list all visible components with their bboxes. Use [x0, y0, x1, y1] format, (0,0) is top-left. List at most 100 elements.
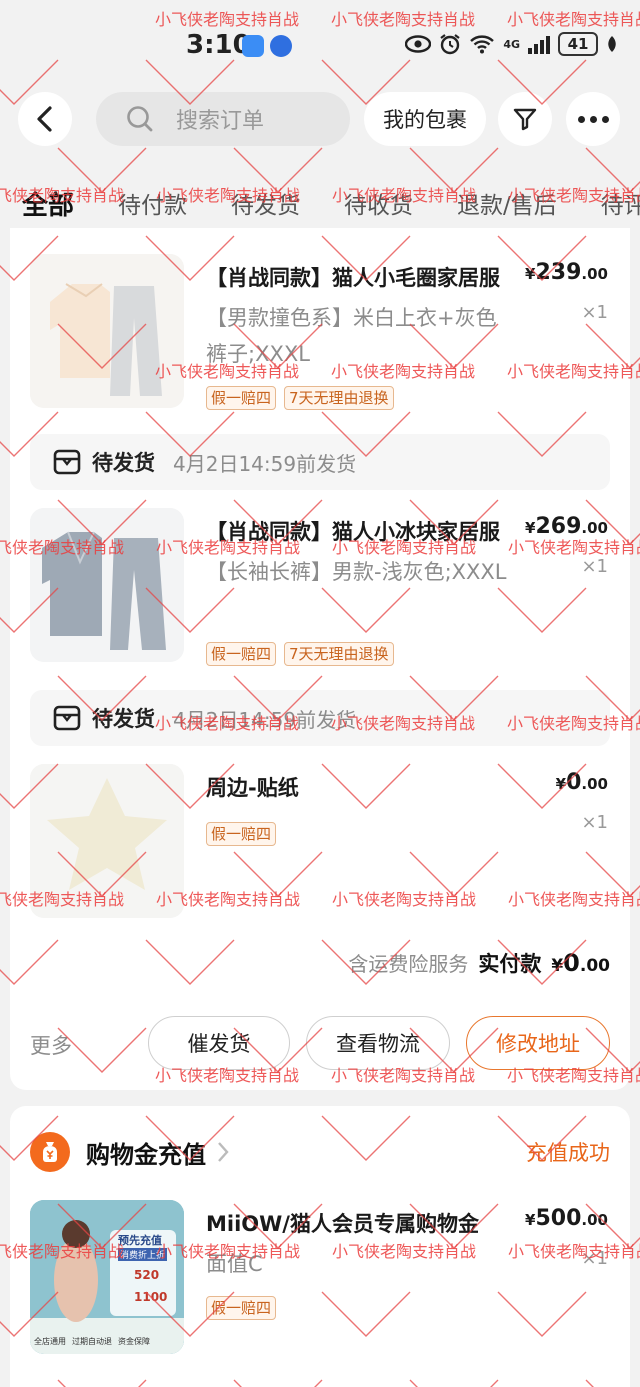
view-logistics-button[interactable]: 查看物流 — [306, 1016, 450, 1070]
banner-amount-2: 1100 — [134, 1290, 168, 1304]
product-title: 周边-贴纸 — [206, 776, 299, 800]
currency-symbol: ¥ — [555, 775, 567, 793]
order-actions: 更多 催发货 查看物流 修改地址 — [10, 1016, 630, 1072]
network-type: 4G — [503, 37, 520, 51]
banner-footer-item: 全店通用 — [34, 1337, 66, 1346]
currency-symbol: ¥ — [551, 956, 564, 976]
search-icon — [127, 106, 153, 132]
product-image — [30, 254, 184, 408]
banner-subheading: 消费折上折 — [118, 1248, 168, 1261]
order-tabs: 全部 待付款 待发货 待收货 退款/售后 待评价 — [0, 178, 640, 228]
search-placeholder: 搜索订单 — [176, 109, 265, 134]
product-price: ¥269.00 — [525, 514, 608, 539]
package-icon — [53, 705, 81, 731]
product-price: ¥239.00 — [525, 260, 608, 285]
product-spec: 面值C — [206, 1252, 263, 1276]
status-bar: 3:10 4G 41 — [0, 0, 640, 90]
top-bar: 搜索订单 我的包裹 — [0, 90, 640, 150]
leaf-icon — [608, 36, 616, 52]
wifi-icon — [470, 35, 495, 54]
signal-icon — [528, 34, 550, 54]
tab-refund[interactable]: 退款/售后 — [457, 186, 557, 220]
my-packages-button[interactable]: 我的包裹 — [364, 92, 486, 146]
order-item[interactable]: 【肖战同款】猫人小毛圈家居服 【男款撞色系】米白上衣+灰色裤子;XXXL ¥23… — [10, 254, 630, 414]
chevron-left-icon — [37, 106, 52, 132]
price-decimal: .00 — [581, 775, 608, 793]
currency-symbol: ¥ — [525, 1211, 536, 1229]
banner-heading: 预先充值 — [118, 1234, 162, 1247]
status-icons: 4G 41 — [405, 32, 618, 56]
recharge-header[interactable]: 购物金充值 充值成功 — [30, 1132, 610, 1172]
product-image — [30, 508, 184, 662]
paid-amount: ¥0.00 — [551, 949, 610, 977]
tag-fake-compensation: 假一赔四 — [206, 642, 277, 666]
more-options-button[interactable] — [566, 92, 620, 146]
product-title: MiiOW/猫人会员专属购物金 — [206, 1212, 479, 1236]
back-button[interactable] — [18, 92, 72, 146]
tab-all[interactable]: 全部 — [22, 185, 74, 222]
service-tags: 假一赔四 7天无理由退换 — [206, 642, 394, 666]
order-item[interactable]: 周边-贴纸 ¥0.00 ×1 假一赔四 — [10, 764, 630, 924]
product-quantity: ×1 — [581, 812, 608, 833]
price-decimal: .00 — [581, 265, 608, 283]
package-header: 待发货 4月2日14:59前发货 — [30, 690, 610, 746]
urge-shipment-button[interactable]: 催发货 — [148, 1016, 290, 1070]
price-integer: 239 — [535, 260, 582, 285]
product-image — [30, 764, 184, 918]
product-quantity: ×1 — [581, 1248, 608, 1269]
tab-pending-shipment[interactable]: 待发货 — [231, 186, 300, 220]
service-tags: 假一赔四 7天无理由退换 — [206, 386, 394, 410]
paid-integer: 0 — [563, 949, 580, 977]
price-integer: 0 — [566, 770, 582, 795]
package-deadline: 4月2日14:59前发货 — [173, 707, 357, 732]
tag-fake-compensation: 假一赔四 — [206, 822, 277, 846]
package-header: 待发货 4月2日14:59前发货 — [30, 434, 610, 490]
banner-footer-item: 资金保障 — [118, 1337, 150, 1346]
banner-footer: 全店通用 过期自动退 资金保障 — [34, 1336, 150, 1347]
product-quantity: ×1 — [581, 302, 608, 323]
dot-icon — [577, 115, 585, 123]
tag-7day-return: 7天无理由退换 — [284, 386, 394, 410]
product-image: 预先充值 消费折上折 520 1100 全店通用 过期自动退 资金保障 — [30, 1200, 184, 1354]
price-integer: 500 — [535, 1206, 582, 1231]
currency-symbol: ¥ — [525, 519, 536, 537]
price-integer: 269 — [535, 514, 582, 539]
chevron-right-icon — [218, 1142, 229, 1162]
package-deadline: 4月2日14:59前发货 — [173, 451, 357, 476]
more-link[interactable]: 更多 — [30, 1030, 72, 1060]
dot-icon — [589, 115, 597, 123]
tab-pending-payment[interactable]: 待付款 — [118, 186, 187, 220]
message-app-icon — [242, 35, 264, 57]
order-total: 含运费险服务 实付款 ¥0.00 — [348, 948, 610, 978]
recharge-item[interactable]: 预先充值 消费折上折 520 1100 全店通用 过期自动退 资金保障 MiiO… — [10, 1200, 630, 1360]
browser-app-icon — [270, 35, 292, 57]
tag-7day-return: 7天无理由退换 — [284, 642, 394, 666]
price-decimal: .00 — [581, 519, 608, 537]
product-title: 【肖战同款】猫人小毛圈家居服 — [206, 266, 500, 290]
paid-label: 实付款 — [478, 952, 542, 976]
money-bag-icon — [30, 1132, 70, 1172]
recharge-card: 购物金充值 充值成功 预先充值 消费折上折 520 1100 全店通用 过期自动… — [10, 1106, 630, 1387]
product-spec: 【男款撞色系】米白上衣+灰色裤子;XXXL — [206, 306, 497, 366]
service-tags: 假一赔四 — [206, 1296, 277, 1320]
filter-button[interactable] — [498, 92, 552, 146]
tab-review[interactable]: 待评价 — [601, 186, 640, 220]
search-input[interactable]: 搜索订单 — [96, 92, 350, 146]
service-tags: 假一赔四 — [206, 822, 277, 846]
package-status: 待发货 — [92, 451, 155, 475]
package-icon — [53, 449, 81, 475]
tag-fake-compensation: 假一赔四 — [206, 386, 277, 410]
change-address-button[interactable]: 修改地址 — [466, 1016, 610, 1070]
product-quantity: ×1 — [581, 556, 608, 577]
eye-icon — [405, 35, 432, 53]
insurance-text: 含运费险服务 — [348, 952, 469, 976]
battery-icon: 41 — [558, 32, 598, 56]
alarm-icon — [440, 34, 460, 55]
tag-fake-compensation: 假一赔四 — [206, 1296, 277, 1320]
price-decimal: .00 — [581, 1211, 608, 1229]
status-time: 3:10 — [186, 30, 251, 60]
order-item[interactable]: 【肖战同款】猫人小冰块家居服 【长袖长裤】男款-浅灰色;XXXL ¥269.00… — [10, 508, 630, 668]
order-card: 【肖战同款】猫人小毛圈家居服 【男款撞色系】米白上衣+灰色裤子;XXXL ¥23… — [10, 228, 630, 1090]
package-status: 待发货 — [92, 707, 155, 731]
tab-pending-receipt[interactable]: 待收货 — [344, 186, 413, 220]
